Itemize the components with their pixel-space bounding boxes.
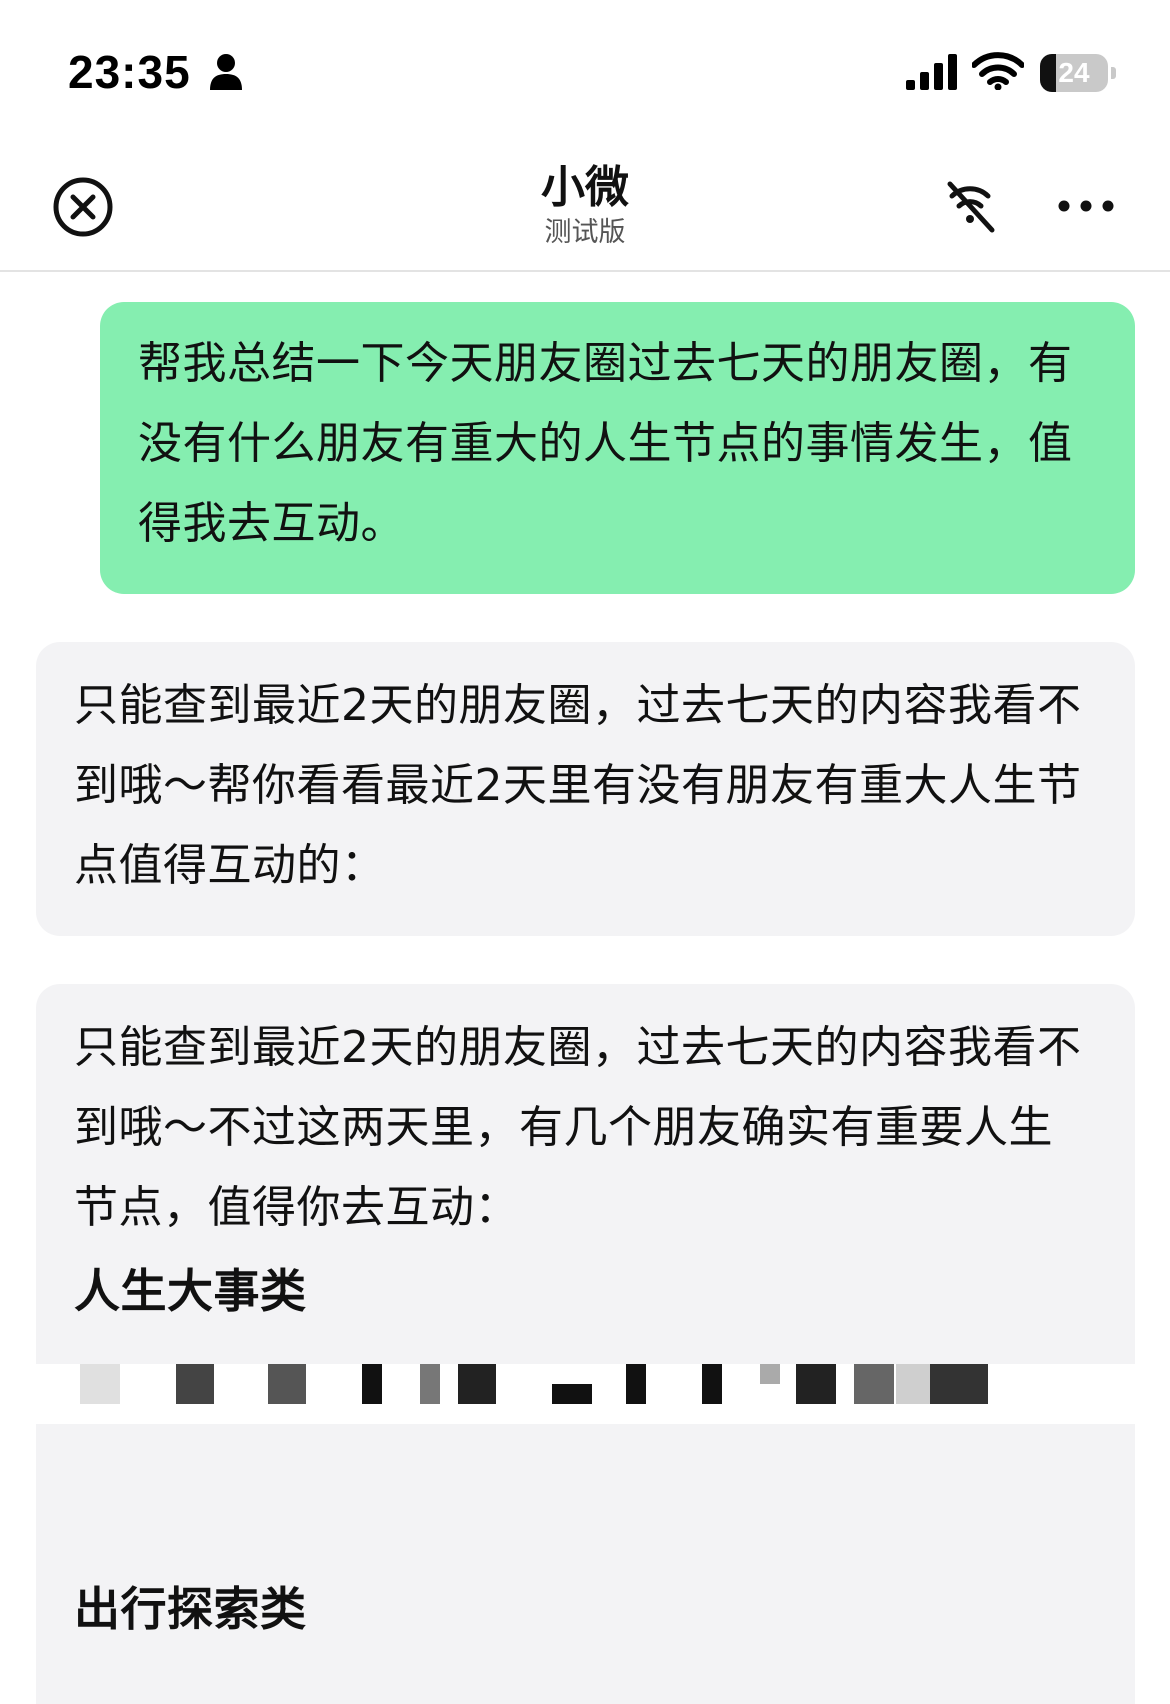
user-message-bubble[interactable]: 帮我总结一下今天朋友圈过去七天的朋友圈，有没有什么朋友有重大的人生节点的事情发生… bbox=[100, 302, 1135, 594]
mosaic-block bbox=[458, 1364, 496, 1404]
more-button[interactable] bbox=[1056, 188, 1116, 224]
mute-button[interactable] bbox=[938, 174, 1002, 238]
nav-bar: 小微 测试版 bbox=[0, 120, 1170, 272]
mosaic-block bbox=[854, 1364, 894, 1404]
battery-tip bbox=[1111, 67, 1116, 79]
mosaic-block bbox=[552, 1384, 592, 1404]
bot-message-bubble[interactable]: 只能查到最近2天的朋友圈，过去七天的内容我看不到哦～不过这两天里，有几个朋友确实… bbox=[36, 984, 1135, 1704]
muted-sound-icon bbox=[947, 181, 995, 233]
section-heading: 出行探索类 bbox=[74, 1582, 307, 1636]
status-time: 23:35 bbox=[68, 46, 191, 98]
mosaic-block bbox=[930, 1364, 988, 1404]
mosaic-block bbox=[362, 1364, 382, 1404]
mosaic-block bbox=[420, 1364, 440, 1404]
bot-message-bubble[interactable]: 只能查到最近2天的朋友圈，过去七天的内容我看不到哦～帮你看看最近2天里有没有朋友… bbox=[36, 642, 1135, 936]
page-subtitle: 测试版 bbox=[544, 217, 626, 248]
mosaic-block bbox=[176, 1364, 214, 1404]
page-title: 小微 bbox=[541, 162, 629, 213]
bot-message-text: 只能查到最近2天的朋友圈，过去七天的内容我看不到哦～帮你看看最近2天里有没有朋友… bbox=[74, 680, 1082, 891]
close-button[interactable] bbox=[52, 176, 114, 238]
status-bar: 23:35 24 bbox=[0, 0, 1170, 120]
mosaic-block bbox=[702, 1364, 722, 1404]
bot-message-intro: 只能查到最近2天的朋友圈，过去七天的内容我看不到哦～不过这两天里，有几个朋友确实… bbox=[74, 1022, 1082, 1233]
person-icon bbox=[210, 54, 242, 90]
mosaic-block bbox=[760, 1364, 780, 1384]
close-circle-icon bbox=[53, 177, 113, 237]
battery-body: 24 bbox=[1040, 54, 1108, 92]
redacted-content bbox=[36, 1364, 1135, 1424]
section-heading: 人生大事类 bbox=[74, 1264, 307, 1318]
more-dots-icon bbox=[1058, 200, 1114, 212]
wifi-icon bbox=[972, 52, 1024, 90]
mosaic-block bbox=[796, 1364, 836, 1404]
battery-level: 24 bbox=[1058, 57, 1090, 88]
chat-area[interactable]: 帮我总结一下今天朋友圈过去七天的朋友圈，有没有什么朋友有重大的人生节点的事情发生… bbox=[0, 272, 1170, 1704]
battery-indicator: 24 bbox=[1040, 54, 1116, 92]
mosaic-block bbox=[80, 1364, 120, 1404]
user-message-text: 帮我总结一下今天朋友圈过去七天的朋友圈，有没有什么朋友有重大的人生节点的事情发生… bbox=[138, 338, 1073, 549]
mosaic-block bbox=[626, 1364, 646, 1404]
mosaic-block bbox=[268, 1364, 306, 1404]
cellular-signal-icon bbox=[906, 54, 957, 90]
